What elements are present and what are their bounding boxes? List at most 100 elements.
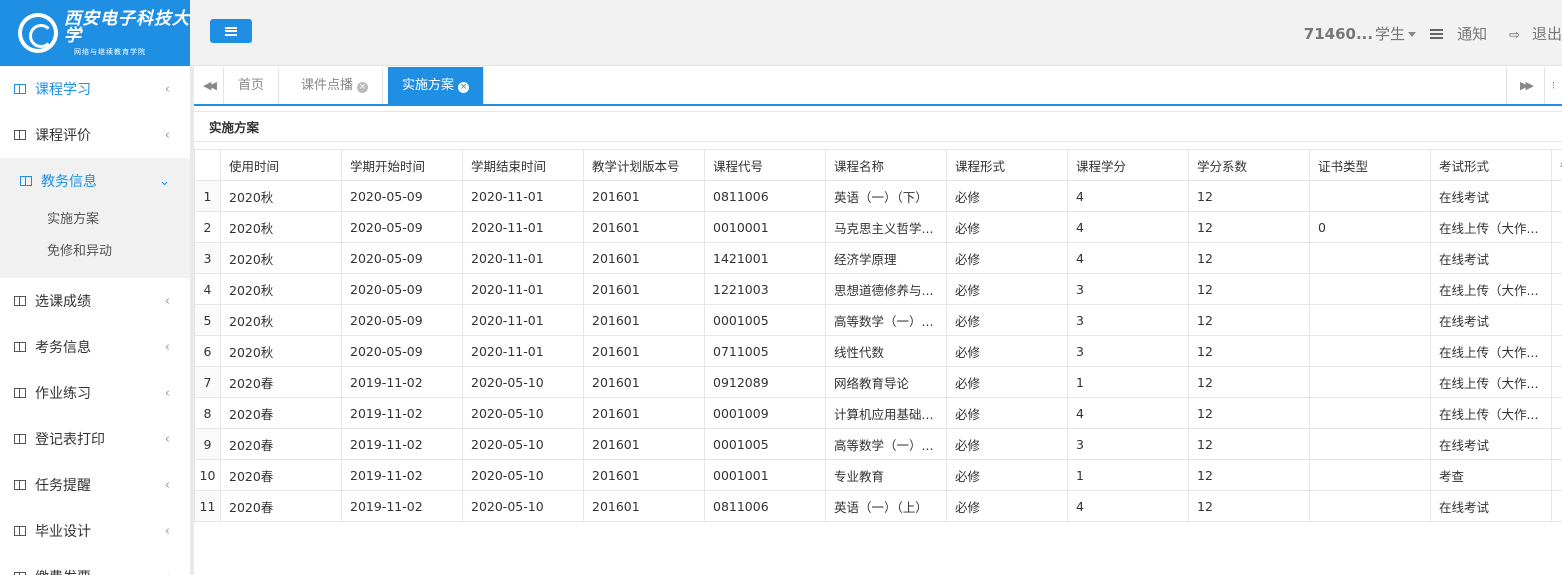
table-cell: 201601	[583, 490, 705, 522]
notice-link[interactable]: 通知	[1416, 23, 1487, 44]
plan-table: 使用时间 学期开始时间 学期结束时间 教学计划版本号 课程代号 课程名称 课程形式 课程学分学…	[194, 149, 1562, 522]
column-header[interactable]: 教学计划版本号	[583, 149, 705, 181]
exit-link[interactable]: ⇨ 退出	[1487, 23, 1562, 44]
table-cell: 2020-05-10	[462, 397, 584, 429]
column-header[interactable]: 学期开始时间	[341, 149, 463, 181]
table-cell	[1309, 335, 1431, 367]
table-row[interactable]: 3 2020秋 2020-05-09 2020-11-01 201601 1421001 经…	[194, 242, 1562, 274]
table-cell: 在线考试	[1430, 180, 1552, 212]
menu-toggle-button[interactable]	[210, 19, 252, 43]
table-cell: 201601	[583, 304, 705, 336]
table-cell: 2019-11-02	[341, 490, 463, 522]
sidebar-item-register-print[interactable]: 登记表打印 ‹	[0, 416, 190, 462]
sidebar-item-course-evaluation[interactable]: 课程评价 ‹	[0, 112, 190, 158]
tab-courseware[interactable]: 课件点播 ×	[287, 67, 384, 104]
table-cell: 必修	[946, 211, 1068, 243]
table-cell: 12	[1188, 273, 1310, 305]
row-number: 11	[194, 490, 221, 522]
tab-options-button[interactable]: ⁝	[1544, 67, 1562, 104]
column-header[interactable]: 学期结束时间	[462, 149, 584, 181]
table-cell: 必修	[946, 180, 1068, 212]
column-header[interactable]: 课程形式	[946, 149, 1068, 181]
tab-scroll-left-button[interactable]: ◀◀	[194, 67, 224, 104]
user-menu[interactable]: 71460... 学生	[1304, 23, 1417, 44]
table-row[interactable]: 11 2020春 2019-11-02 2020-05-10 201601 0811006…	[194, 490, 1562, 522]
table-cell: 思想道德修养与...	[825, 273, 947, 305]
sidebar-item-graduation-design[interactable]: 毕业设计 ‹	[0, 508, 190, 554]
sidebar-item-task-reminder[interactable]: 任务提醒 ‹	[0, 462, 190, 508]
tab-home[interactable]: 首页	[224, 67, 280, 104]
table-cell: 201601	[583, 211, 705, 243]
main-panel: 实施方案 使用时间 学期开始时间 学期结束时间 教学计划版本号 课程代号 课程名称 课程形式…	[194, 111, 1562, 575]
sidebar-subitem-implementation-plan[interactable]: 实施方案	[0, 204, 190, 236]
table-cell	[1551, 211, 1562, 243]
table-row[interactable]: 8 2020春 2019-11-02 2020-05-10 201601 0001009 计…	[194, 397, 1562, 429]
chevron-left-icon: ‹	[164, 477, 170, 493]
table-cell	[1309, 180, 1431, 212]
sidebar-item-course-study[interactable]: 课程学习 ‹	[0, 66, 190, 112]
table-row[interactable]: 5 2020秋 2020-05-09 2020-11-01 201601 0001005 高…	[194, 304, 1562, 336]
column-header[interactable]: 课程代号	[704, 149, 826, 181]
columns-icon	[14, 480, 26, 490]
sidebar-item-payment-invoice[interactable]: 缴费发票 ‹	[0, 554, 190, 575]
table-cell: 0912089	[704, 366, 826, 398]
sidebar-item-homework[interactable]: 作业练习 ‹	[0, 370, 190, 416]
sidebar-item-exam-info[interactable]: 考务信息 ‹	[0, 324, 190, 370]
close-circle-icon[interactable]: ×	[357, 82, 369, 93]
table-cell: 在线考试	[1430, 428, 1552, 460]
table-row[interactable]: 1 2020秋 2020-05-09 2020-11-01 201601 0811006 英…	[194, 180, 1562, 212]
sidebar-subitem-exemption-changes[interactable]: 免修和异动	[0, 236, 190, 268]
table-cell	[1551, 428, 1562, 460]
table-cell	[1309, 242, 1431, 274]
table-cell: 3	[1067, 335, 1189, 367]
row-number: 10	[194, 459, 221, 491]
table-cell: 必修	[946, 366, 1068, 398]
table-cell: 3	[1067, 428, 1189, 460]
table-cell: 1	[1067, 366, 1189, 398]
columns-icon	[14, 84, 26, 94]
table-cell: 线性代数	[825, 335, 947, 367]
table-row[interactable]: 9 2020春 2019-11-02 2020-05-10 201601 0001005 高…	[194, 428, 1562, 460]
table-row[interactable]: 2 2020秋 2020-05-09 2020-11-01 201601 0010001 马…	[194, 211, 1562, 243]
column-header[interactable]: 课程名称	[825, 149, 947, 181]
table-row[interactable]: 4 2020秋 2020-05-09 2020-11-01 201601 1221003 思…	[194, 273, 1562, 305]
chevron-left-icon: ‹	[165, 570, 170, 575]
table-cell: 201601	[583, 273, 705, 305]
table-cell: 12	[1188, 211, 1310, 243]
column-header[interactable]: 证书类型	[1309, 149, 1431, 181]
tab-scroll-right-button[interactable]: ▶▶	[1506, 67, 1544, 104]
table-cell: 0811006	[704, 490, 826, 522]
table-row[interactable]: 6 2020秋 2020-05-09 2020-11-01 201601 0711005 线…	[194, 335, 1562, 367]
table-cell: 必修	[946, 397, 1068, 429]
table-cell: 2019-11-02	[341, 366, 463, 398]
table-cell: 12	[1188, 428, 1310, 460]
table-cell	[1551, 459, 1562, 491]
table-cell: 2020春	[220, 459, 342, 491]
table-cell: 2019-11-02	[341, 397, 463, 429]
table-cell: 12	[1188, 459, 1310, 491]
table-row[interactable]: 7 2020春 2019-11-02 2020-05-10 201601 0912089 网…	[194, 366, 1562, 398]
table-cell: 4	[1067, 180, 1189, 212]
notice-label: 通知	[1457, 24, 1488, 43]
table-cell: 12	[1188, 304, 1310, 336]
table-row[interactable]: 10 2020春 2019-11-02 2020-05-10 201601 0001001…	[194, 459, 1562, 491]
close-circle-icon[interactable]: ×	[458, 82, 470, 93]
tab-implementation-plan[interactable]: 实施方案 ×	[388, 67, 485, 104]
sidebar-item-course-grades[interactable]: 选课成绩 ‹	[0, 278, 190, 324]
more-icon: ⁝	[1551, 79, 1556, 92]
column-header[interactable]: 课程学分	[1067, 149, 1189, 181]
table-cell: 201601	[583, 366, 705, 398]
table-cell: 0001005	[704, 428, 826, 460]
plan-table-wrapper[interactable]: 使用时间 学期开始时间 学期结束时间 教学计划版本号 课程代号 课程名称 课程形式 课程学分学…	[194, 149, 1562, 522]
table-cell: 在线考试	[1430, 242, 1552, 274]
table-cell: 2020秋	[220, 180, 342, 212]
column-header[interactable]: 学分系数	[1188, 149, 1310, 181]
column-header[interactable]: 使用时间	[220, 149, 342, 181]
row-number: 8	[194, 397, 221, 429]
column-header[interactable]: 备	[1551, 149, 1562, 181]
logo[interactable]: 西安电子科技大学 网络与继续教育学院	[0, 0, 190, 66]
sidebar-item-academic-affairs[interactable]: 教务信息 ⌄	[0, 158, 190, 204]
table-cell: 必修	[946, 304, 1068, 336]
column-header[interactable]: 考试形式	[1430, 149, 1552, 181]
table-cell	[1551, 273, 1562, 305]
